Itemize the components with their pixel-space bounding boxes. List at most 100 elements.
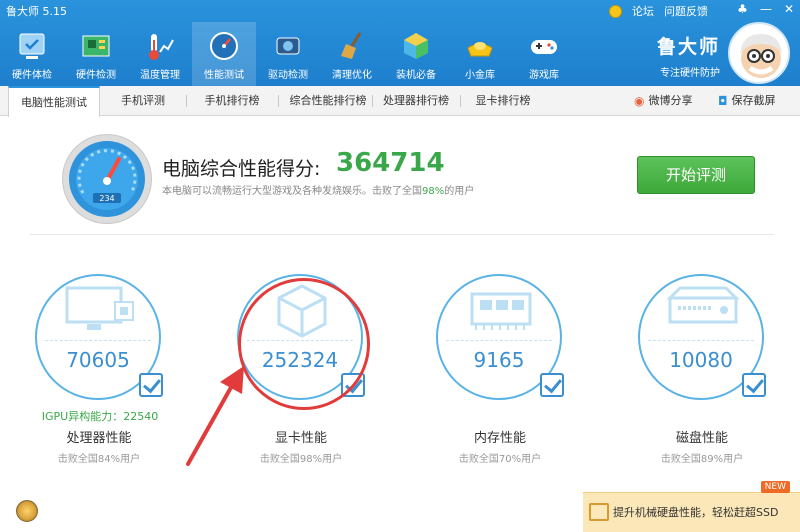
nav-label: 温度管理 (140, 70, 180, 81)
memory-performance-card: 9165 内存性能 击败全国70%用户 (405, 268, 595, 468)
minimize-icon[interactable]: — (760, 2, 772, 16)
tab-separator (372, 95, 373, 107)
camera-icon: ◘ (718, 94, 728, 108)
nav-games[interactable]: 游戏库 (512, 22, 576, 86)
weibo-icon: ◉ (634, 94, 645, 108)
score-label: 电脑综合性能得分: (162, 158, 321, 180)
cube-icon (404, 33, 428, 59)
nav-label: 小金库 (465, 70, 495, 81)
disk-checkbox[interactable] (742, 373, 766, 397)
hardware-check-icon (19, 33, 45, 59)
brand-name: 鲁大师 (656, 36, 720, 58)
ring-divider (45, 340, 151, 341)
section-divider (30, 234, 774, 235)
memory-rank-desc: 击败全国70%用户 (458, 454, 542, 465)
gauge-readout: 234 (99, 194, 114, 203)
tab-separator (186, 95, 187, 107)
memory-checkbox[interactable] (540, 373, 564, 397)
score-value: 364714 (336, 148, 445, 178)
score-desc-after: 的用户 (444, 186, 475, 197)
nav-performance-test[interactable]: 性能测试 (192, 22, 256, 86)
memory-chip-icon (470, 292, 532, 330)
weibo-share-button[interactable]: ◉ 微博分享 (634, 86, 692, 116)
score-description: 本电脑可以流畅运行大型游戏及各种发烧娱乐。击败了全国98%的用户 (162, 182, 474, 197)
title-bar: 鲁大师 5.15 论坛 问题反馈 ♣ — ✕ (0, 0, 800, 22)
tab-separator (460, 95, 461, 107)
gamepad-icon (531, 40, 557, 54)
disk-rank-desc: 击败全国89%用户 (660, 454, 744, 465)
tab-separator (278, 95, 279, 107)
coin-icon[interactable] (609, 4, 622, 18)
score-desc-pct: 98% (422, 186, 445, 197)
performance-gauge: 234 (62, 134, 152, 224)
red-annotation-circle (238, 278, 370, 410)
save-screenshot-label: 保存截屏 (731, 94, 776, 107)
nav-label: 性能测试 (204, 70, 244, 81)
tab-cpu-ranking[interactable]: 处理器排行榜 (374, 86, 458, 116)
new-badge: NEW (760, 481, 790, 493)
drive-promo-icon (589, 503, 609, 521)
ring-divider (648, 340, 754, 341)
speedometer-icon (210, 32, 238, 60)
nav-treasury[interactable]: 小金库 (448, 22, 512, 86)
app-title: 鲁大师 5.15 (6, 5, 67, 18)
window-controls: ♣ — ✕ (737, 2, 794, 16)
thermometer-icon (149, 34, 174, 60)
disk-performance-card: 10080 磁盘性能 击败全国89%用户 (607, 268, 797, 468)
brand-slogan: 专注硬件防护 (660, 68, 720, 79)
memory-title: 内存性能 (473, 431, 526, 446)
weibo-share-label: 微博分享 (648, 94, 693, 107)
nav-label: 清理优化 (332, 70, 372, 81)
igpu-score: IGPU异构能力：22540 (41, 410, 159, 423)
nav-driver[interactable]: 驱动检测 (256, 22, 320, 86)
driver-icon (276, 37, 300, 55)
monitor-cpu-icon (65, 286, 134, 330)
nav-cleanup[interactable]: 清理优化 (320, 22, 384, 86)
nav-hardware-check[interactable]: 硬件体检 (0, 22, 64, 86)
cpu-score: 70605 (66, 348, 130, 372)
disk-title: 磁盘性能 (675, 431, 728, 446)
nav-label: 装机必备 (396, 70, 436, 81)
nav-label: 游戏库 (529, 70, 559, 81)
tab-pc-performance[interactable]: 电脑性能测试 (8, 86, 100, 117)
mascot-face-icon (740, 34, 782, 78)
nav-essentials[interactable]: 装机必备 (384, 22, 448, 86)
cpu-title: 处理器性能 (66, 431, 132, 446)
gold-ingot-icon (467, 42, 493, 57)
nav-temperature[interactable]: 温度管理 (128, 22, 192, 86)
red-annotation-arrow (186, 366, 244, 466)
ssd-promo-banner[interactable]: 提升机械硬盘性能，轻松赶超SSD NEW (583, 481, 800, 532)
cpu-performance-card: 70605 IGPU异构能力：22540 处理器性能 击败全国84%用户 (4, 268, 194, 468)
nav-label: 驱动检测 (268, 70, 308, 81)
ring-divider (446, 340, 552, 341)
brand: 鲁大师 专注硬件防护 (657, 32, 720, 79)
tab-gpu-ranking[interactable]: 显卡排行榜 (464, 86, 542, 116)
cpu-checkbox[interactable] (139, 373, 163, 397)
skin-icon[interactable]: ♣ (737, 2, 748, 16)
title-links: 论坛 问题反馈 (609, 3, 708, 19)
tab-phone-ranking[interactable]: 手机排行榜 (192, 86, 272, 116)
broom-icon (341, 32, 362, 59)
hard-disk-icon (666, 286, 740, 324)
promo-text: 提升机械硬盘性能，轻松赶超SSD (613, 506, 779, 519)
main-nav: 硬件体检 硬件检测 温度管理 性能测试 驱动检测 清理优化 装机必备 小金库 游… (0, 22, 576, 86)
app-header: 鲁大师 5.15 论坛 问题反馈 ♣ — ✕ 硬件体检 硬件检测 温度管理 性能… (0, 0, 800, 86)
disk-score: 10080 (669, 348, 733, 372)
forum-link[interactable]: 论坛 (632, 3, 654, 19)
game-character-icon[interactable] (16, 500, 38, 522)
cpu-rank-desc: 击败全国84%用户 (57, 454, 141, 465)
nav-hardware-detect[interactable]: 硬件检测 (64, 22, 128, 86)
save-screenshot-button[interactable]: ◘ 保存截屏 (718, 86, 776, 116)
nav-label: 硬件体检 (12, 70, 52, 81)
nav-label: 硬件检测 (76, 70, 116, 81)
speedometer-icon: 234 (69, 141, 145, 217)
tab-overall-ranking[interactable]: 综合性能排行榜 (282, 86, 374, 116)
mascot-avatar[interactable] (728, 22, 790, 84)
close-icon[interactable]: ✕ (784, 2, 794, 16)
tab-phone-review[interactable]: 手机评测 (106, 86, 180, 116)
memory-score: 9165 (473, 348, 525, 372)
start-benchmark-button[interactable]: 开始评测 (637, 156, 755, 194)
tab-bar: 电脑性能测试 手机评测 手机排行榜 综合性能排行榜 处理器排行榜 显卡排行榜 ◉… (0, 86, 800, 117)
motherboard-icon (82, 35, 110, 57)
feedback-link[interactable]: 问题反馈 (664, 3, 708, 19)
